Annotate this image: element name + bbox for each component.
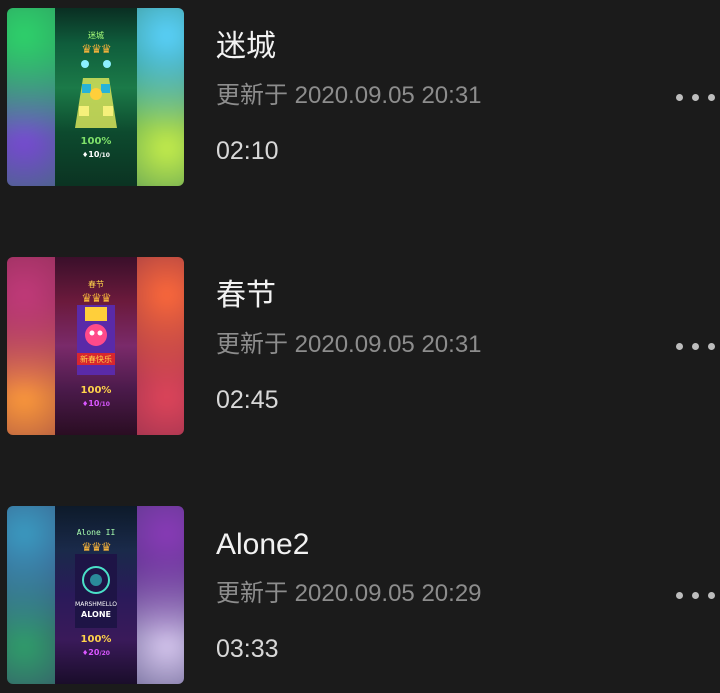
crown-icon: ♛♛♛ — [81, 291, 111, 305]
game-title: 春节 — [88, 280, 104, 289]
gem-count: ♦10/10 — [82, 150, 110, 159]
completion-percent: 100% — [80, 136, 112, 147]
list-item[interactable]: 新春快乐 春节 ♛♛♛ 100% ♦10/10 春节 更新于 2020.09.0… — [0, 256, 720, 436]
gem-count: ♦10/10 — [82, 399, 110, 408]
poster-song: ALONE — [81, 610, 111, 619]
more-horizontal-icon — [676, 343, 683, 350]
completion-percent: 100% — [80, 634, 112, 645]
crown-icon: ♛♛♛ — [81, 540, 111, 554]
gem-count: ♦20/20 — [82, 648, 110, 657]
item-title: Alone2 — [216, 528, 310, 561]
recording-list: 迷城 ♛♛♛ 100% ♦10/10 迷城 更新于 2020.09.05 20:… — [0, 0, 720, 693]
poster-artist: MARSHMELLO — [75, 601, 117, 608]
item-title: 春节 — [216, 279, 276, 312]
game-screenshot: 新春快乐 春节 ♛♛♛ 100% ♦10/10 — [55, 257, 137, 435]
duration: 02:45 — [216, 386, 279, 414]
video-thumbnail[interactable]: 迷城 ♛♛♛ 100% ♦10/10 — [7, 8, 184, 186]
updated-time: 更新于 2020.09.05 20:31 — [216, 331, 482, 358]
game-screenshot: 迷城 ♛♛♛ 100% ♦10/10 — [55, 8, 137, 186]
more-options-button[interactable] — [674, 583, 720, 607]
crown-icon: ♛♛♛ — [81, 42, 111, 56]
updated-time: 更新于 2020.09.05 20:31 — [216, 82, 482, 109]
completion-percent: 100% — [80, 385, 112, 396]
list-item[interactable]: MARSHMELLO ALONE Alone II ♛♛♛ 100% ♦20/2… — [0, 505, 720, 685]
more-horizontal-icon — [676, 592, 683, 599]
more-options-button[interactable] — [674, 85, 720, 109]
game-title: Alone II — [76, 528, 116, 537]
video-thumbnail[interactable]: 新春快乐 春节 ♛♛♛ 100% ♦10/10 — [7, 257, 184, 435]
video-thumbnail[interactable]: MARSHMELLO ALONE Alone II ♛♛♛ 100% ♦20/2… — [7, 506, 184, 684]
more-options-button[interactable] — [674, 334, 720, 358]
game-screenshot: MARSHMELLO ALONE Alone II ♛♛♛ 100% ♦20/2… — [55, 506, 137, 684]
duration: 03:33 — [216, 635, 279, 663]
poster-banner: 新春快乐 — [80, 354, 112, 364]
game-title: 迷城 — [88, 31, 104, 40]
duration: 02:10 — [216, 137, 279, 165]
list-item[interactable]: 迷城 ♛♛♛ 100% ♦10/10 迷城 更新于 2020.09.05 20:… — [0, 7, 720, 187]
item-title: 迷城 — [216, 30, 276, 63]
more-horizontal-icon — [676, 94, 683, 101]
updated-time: 更新于 2020.09.05 20:29 — [216, 580, 482, 607]
